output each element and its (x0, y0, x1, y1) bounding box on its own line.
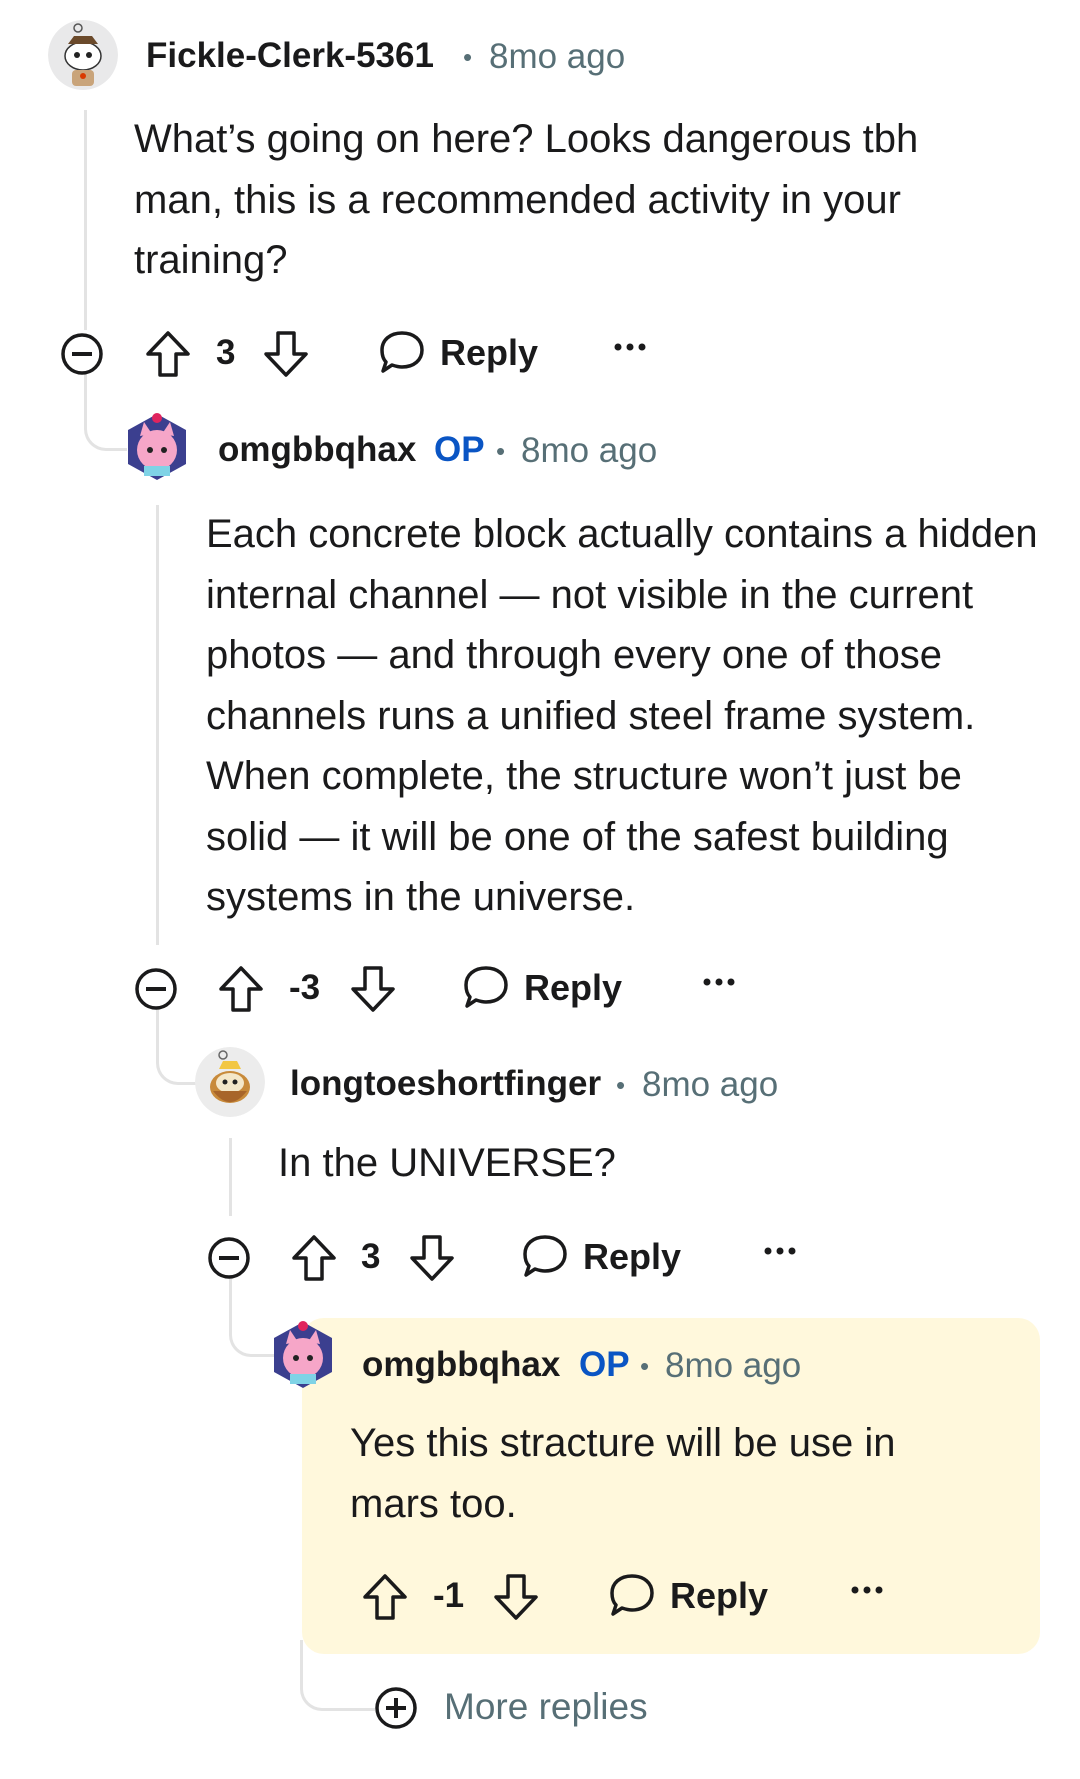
comment-timestamp: 8mo ago (665, 1346, 802, 1385)
comment-username[interactable]: omgbbqhax (362, 1345, 560, 1385)
reply-label: Reply (524, 967, 623, 1008)
downvote-icon[interactable] (263, 330, 309, 378)
upvote-icon[interactable] (362, 1573, 408, 1621)
more-options-icon[interactable] (763, 1246, 797, 1256)
comment-username[interactable]: Fickle-Clerk-5361 (146, 36, 434, 76)
downvote-icon[interactable] (350, 965, 396, 1013)
expand-plus-icon (374, 1686, 418, 1730)
vote-score: 3 (361, 1237, 381, 1276)
reply-bubble-icon (608, 1572, 656, 1618)
more-replies-label: More replies (444, 1686, 648, 1727)
downvote-icon[interactable] (493, 1573, 539, 1621)
collapse-icon[interactable] (60, 332, 104, 376)
upvote-icon[interactable] (145, 330, 191, 378)
reply-bubble-icon (462, 964, 510, 1010)
meta-separator: • (463, 42, 473, 72)
more-options-icon[interactable] (850, 1585, 884, 1595)
comment-username[interactable]: omgbbqhax (218, 430, 416, 470)
reply-label: Reply (440, 332, 539, 373)
collapse-icon[interactable] (207, 1236, 251, 1280)
thread-connector (84, 370, 127, 451)
vote-score: -1 (433, 1576, 465, 1615)
reply-button[interactable]: Reply (462, 957, 642, 1017)
downvote-icon[interactable] (409, 1234, 455, 1282)
comment-actions: -3 Reply (132, 957, 752, 1017)
meta-separator: • (496, 436, 506, 466)
golden-snoo-avatar[interactable] (195, 1047, 265, 1117)
reply-bubble-icon (521, 1233, 569, 1279)
reply-label: Reply (583, 1236, 682, 1277)
snoo-avatar[interactable] (48, 20, 118, 90)
pink-cat-avatar[interactable] (268, 1320, 338, 1390)
thread-line (156, 505, 159, 945)
vote-score: 3 (216, 333, 236, 372)
meta-separator: • (640, 1351, 650, 1381)
reply-button[interactable]: Reply (608, 1565, 788, 1625)
comment-timestamp: 8mo ago (489, 37, 626, 76)
vote-score: -3 (289, 968, 321, 1007)
upvote-icon[interactable] (291, 1234, 337, 1282)
op-badge: OP (579, 1345, 630, 1384)
reply-button[interactable]: Reply (521, 1226, 701, 1286)
comment-body: What’s going on here? Looks dangerous tb… (134, 117, 919, 282)
comment-body: Each concrete block actually contains a … (206, 512, 1038, 919)
reply-button[interactable]: Reply (378, 322, 558, 382)
more-options-icon[interactable] (613, 342, 647, 352)
comment-body: Yes this stracture will be use in mars t… (350, 1421, 896, 1526)
thread-line (229, 1138, 232, 1216)
comment-timestamp: 8mo ago (642, 1065, 779, 1104)
pink-cat-avatar[interactable] (122, 412, 192, 482)
thread-line (84, 110, 87, 330)
op-badge: OP (434, 430, 485, 469)
comment-actions: -1 Reply (360, 1565, 920, 1625)
reply-bubble-icon (378, 329, 426, 375)
collapse-icon[interactable] (134, 967, 178, 1011)
more-replies-button[interactable]: More replies (372, 1680, 692, 1736)
comment-timestamp: 8mo ago (521, 431, 658, 470)
comment-body: In the UNIVERSE? (278, 1141, 616, 1185)
comment-actions: 3 Reply (205, 1226, 825, 1286)
comment-actions: 3 Reply (58, 322, 658, 382)
upvote-icon[interactable] (218, 965, 264, 1013)
comment-username[interactable]: longtoeshortfinger (290, 1064, 601, 1104)
reply-label: Reply (670, 1575, 769, 1616)
meta-separator: • (616, 1070, 626, 1100)
more-options-icon[interactable] (702, 977, 736, 987)
